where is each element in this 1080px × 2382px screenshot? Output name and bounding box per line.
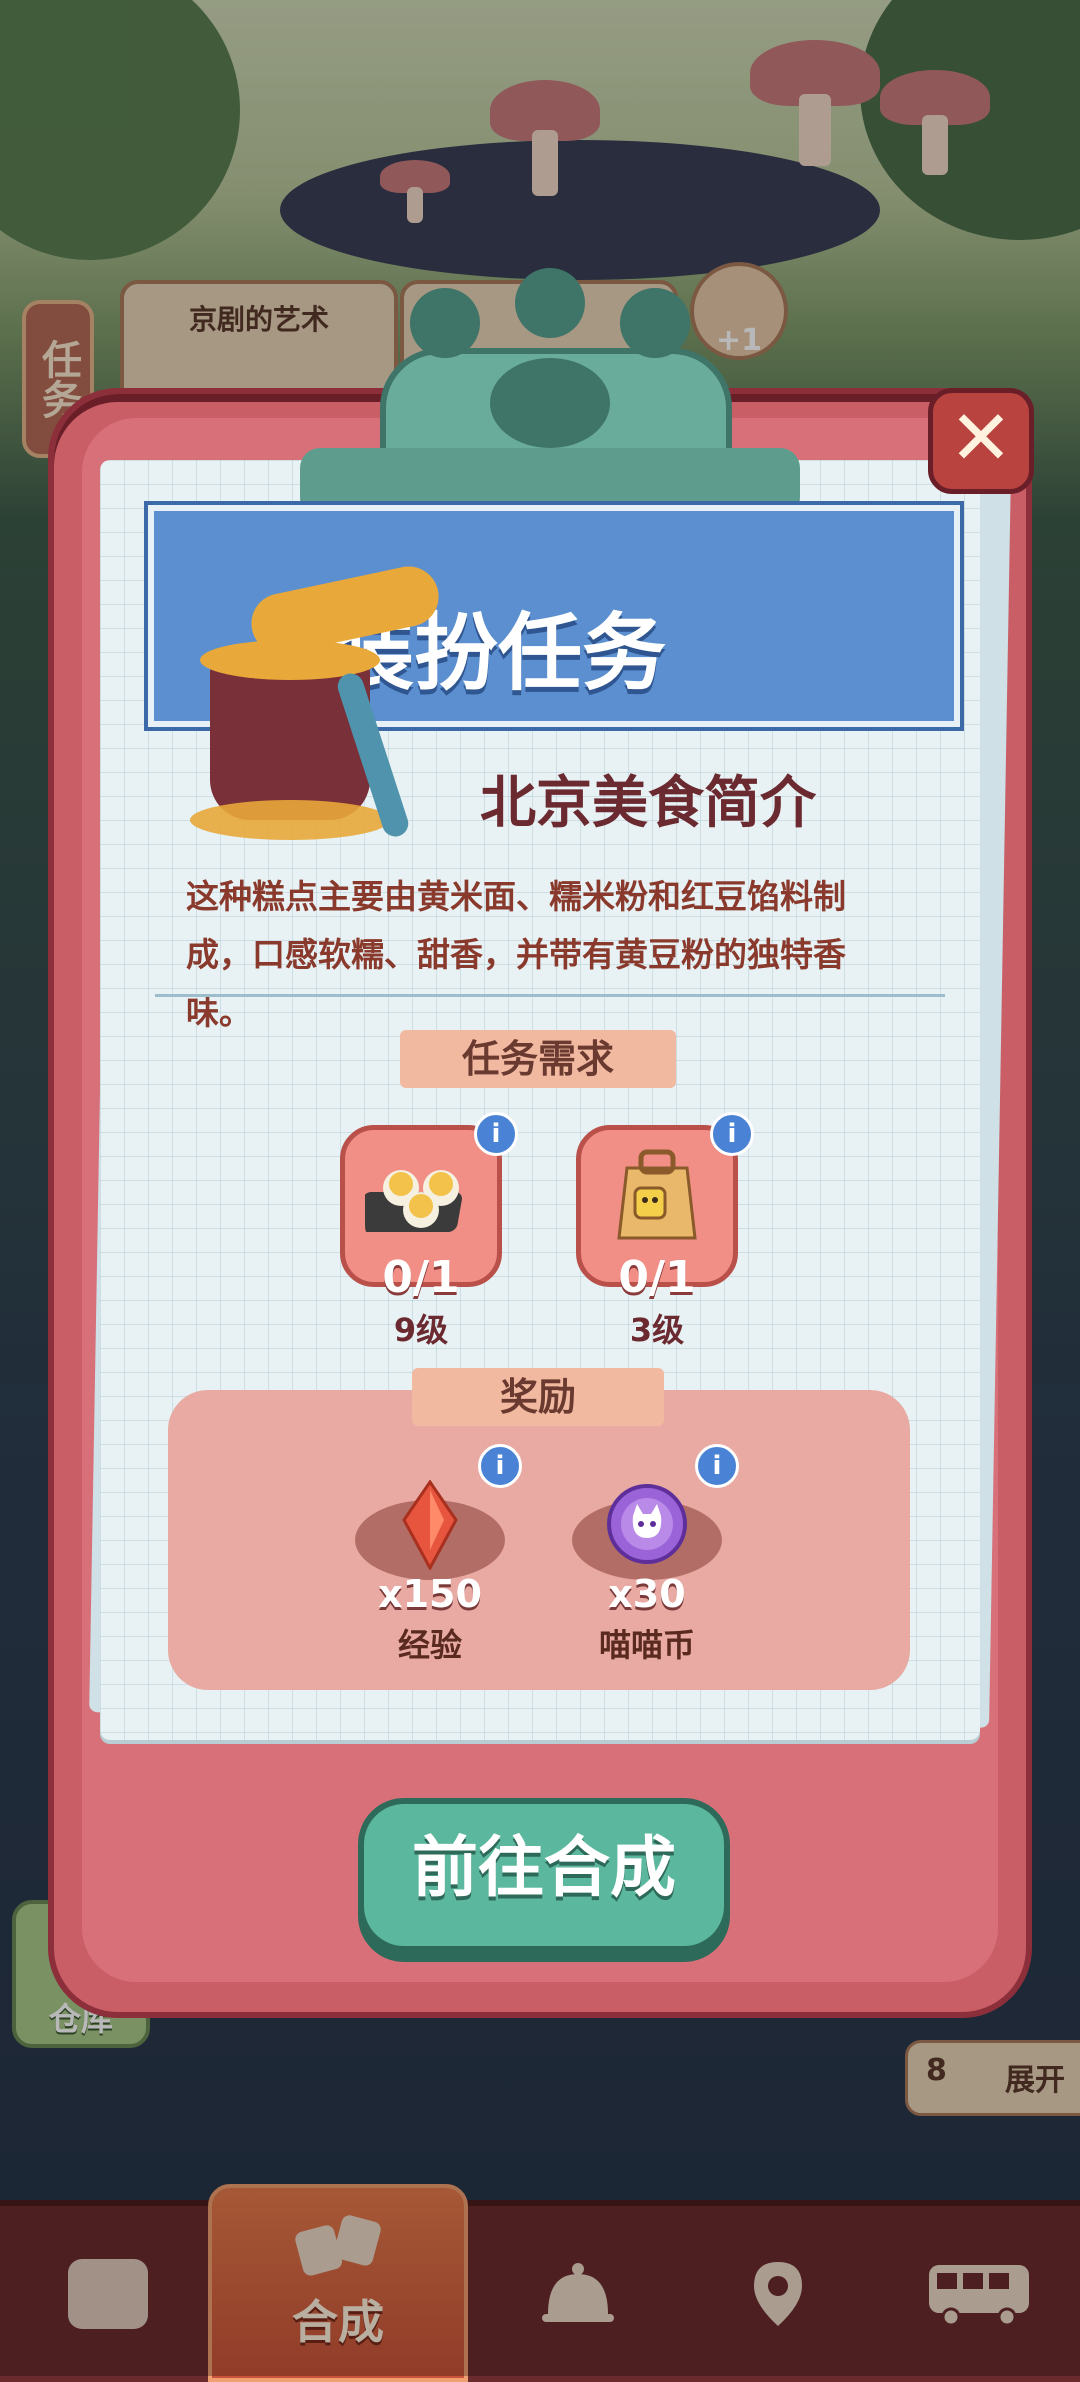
info-icon[interactable]: i	[710, 1112, 754, 1156]
requirements-title: 任务需求	[461, 1037, 614, 1081]
info-icon[interactable]: i	[695, 1444, 739, 1488]
requirement-level: 9级	[393, 1311, 449, 1349]
reward-label: 经验	[397, 1626, 462, 1664]
requirements-ribbon: 任务需求	[400, 1030, 676, 1088]
close-icon: ✕	[949, 393, 1013, 482]
pudding-tray-icon	[365, 1170, 462, 1232]
requirement-count: 0/1	[618, 1252, 696, 1303]
paw-pad	[620, 288, 690, 358]
requirement-level: 3级	[629, 1311, 685, 1349]
info-icon[interactable]: i	[478, 1444, 522, 1488]
paw-pad	[515, 268, 585, 338]
paint-bucket-icon	[190, 560, 450, 850]
requirement-count: 0/1	[382, 1252, 460, 1303]
info-icon[interactable]: i	[474, 1112, 518, 1156]
paw-pad	[410, 288, 480, 358]
go-merge-button[interactable]: 前往合成	[358, 1798, 730, 1952]
crystal-icon	[402, 1480, 458, 1570]
paw-clipboard-clip	[300, 268, 800, 516]
cat-coin-icon	[607, 1484, 687, 1564]
takeout-box-icon	[617, 1149, 697, 1240]
task-description: 这种糕点主要由黄米面、糯米粉和红豆馅料制成，口感软糯、甜香，并带有黄豆粉的独特香…	[186, 877, 846, 1032]
go-merge-label: 前往合成	[412, 1829, 676, 1906]
reward-label: 喵喵币	[598, 1626, 695, 1664]
task-subtitle: 北京美食简介	[480, 771, 816, 836]
reward-amount: x30	[608, 1572, 686, 1616]
divider	[155, 994, 945, 997]
rewards-ribbon: 奖励	[412, 1368, 664, 1426]
reward-amount: x150	[378, 1572, 482, 1616]
rewards-title: 奖励	[499, 1375, 576, 1419]
reward-panel	[168, 1390, 910, 1690]
close-button[interactable]: ✕	[928, 388, 1034, 494]
paw-pad	[490, 358, 610, 448]
